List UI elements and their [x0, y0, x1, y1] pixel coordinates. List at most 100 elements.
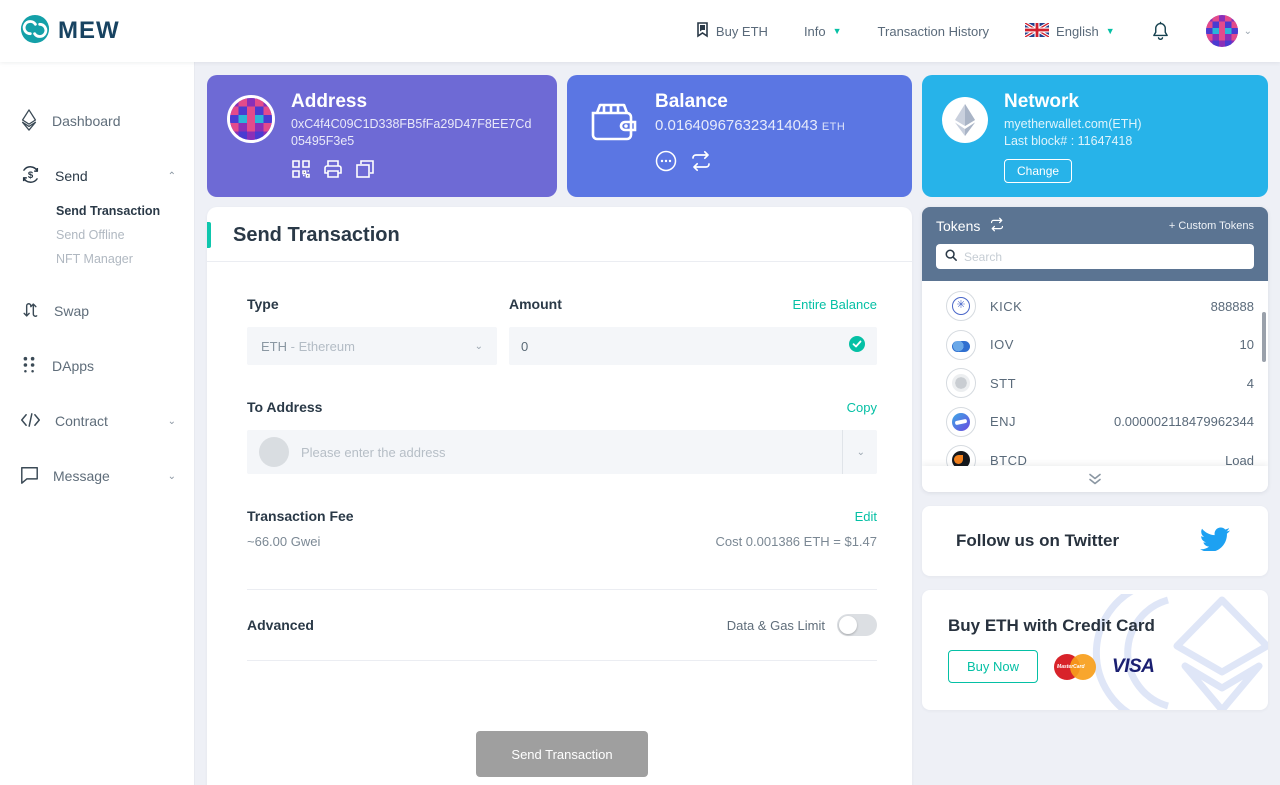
- token-row-stt[interactable]: STT 4: [946, 364, 1254, 403]
- nav-info[interactable]: Info ▼: [804, 24, 842, 39]
- mew-logo-icon: [20, 14, 50, 49]
- balance-unit: ETH: [821, 121, 846, 133]
- sidebar-item-message[interactable]: Message ⌄: [0, 461, 194, 491]
- token-list: ✳ KICK 888888 IOV 10 STT 4 ENJ 0.0000021…: [922, 281, 1268, 467]
- header-nav: Buy ETH Info ▼ Transaction History Engli…: [696, 15, 1252, 47]
- sidebar-item-send[interactable]: $ Send ⌃: [0, 161, 194, 191]
- expand-tokens-button[interactable]: [922, 466, 1268, 492]
- buy-eth-flag-icon: [696, 21, 709, 41]
- buy-eth-card: Buy ETH with Credit Card Buy Now MasterC…: [922, 590, 1268, 710]
- token-row-enj[interactable]: ENJ 0.000002118479962344: [946, 403, 1254, 442]
- copy-icon[interactable]: [355, 159, 375, 184]
- address-card-title: Address: [291, 91, 368, 112]
- avatar: [1205, 15, 1238, 47]
- more-options-icon[interactable]: [655, 150, 677, 177]
- wallet-address: 0xC4f4C09C1D338FB5fFa29D47F8EE7Cd05495F3…: [291, 117, 532, 148]
- swap-horizontal-icon[interactable]: [689, 150, 713, 177]
- mew-logo[interactable]: MEW: [20, 14, 120, 49]
- search-icon: [945, 248, 957, 266]
- token-row-btcd[interactable]: BTCD Load: [946, 441, 1254, 467]
- iov-token-icon: [946, 329, 976, 360]
- network-provider: myetherwallet.com(ETH): [1004, 117, 1142, 131]
- chevron-down-icon: ⌄: [167, 415, 176, 427]
- token-row-kick[interactable]: ✳ KICK 888888: [946, 287, 1254, 326]
- network-card: Network myetherwallet.com(ETH) Last bloc…: [922, 75, 1268, 197]
- data-gas-limit-label: Data & Gas Limit: [726, 617, 825, 633]
- svg-text:$: $: [28, 170, 34, 181]
- stt-token-icon: [946, 368, 976, 399]
- token-row-iov[interactable]: IOV 10: [946, 326, 1254, 365]
- sidebar-item-dashboard[interactable]: Dashboard: [0, 106, 194, 136]
- visa-logo: VISA: [1112, 655, 1155, 677]
- nav-language[interactable]: English ▼: [1024, 21, 1115, 40]
- network-last-block: Last block# : 11647418: [1004, 133, 1133, 148]
- tokens-panel: Tokens + Custom Tokens Search ✳ KICK 888…: [922, 207, 1268, 492]
- tokens-title: Tokens: [936, 218, 981, 234]
- code-brackets-icon: [20, 412, 41, 431]
- send-transaction-panel: Send Transaction Type ETH - Ethereum ⌄ A…: [207, 207, 912, 785]
- accent-bar: [207, 222, 211, 248]
- refresh-tokens-icon[interactable]: [988, 217, 1006, 235]
- balance-value: 0.016409676323414043: [655, 117, 818, 134]
- page-title: Send Transaction: [233, 223, 400, 246]
- sidebar-item-contract[interactable]: Contract ⌄: [0, 406, 194, 436]
- transaction-fee-label: Transaction Fee: [247, 508, 354, 524]
- twitter-bird-icon: [1200, 526, 1231, 556]
- address-blank-avatar: [259, 437, 289, 467]
- data-gas-limit-toggle[interactable]: [837, 614, 877, 636]
- amount-label: Amount: [509, 296, 562, 312]
- copy-link[interactable]: Copy: [847, 400, 877, 415]
- address-dropdown-toggle[interactable]: ⌄: [841, 430, 865, 474]
- sidebar-item-send-offline[interactable]: Send Offline: [56, 228, 194, 242]
- kick-token-icon: ✳: [946, 291, 976, 322]
- nav-transaction-history[interactable]: Transaction History: [878, 24, 990, 39]
- sidebar-item-send-transaction[interactable]: Send Transaction: [56, 204, 194, 218]
- notifications-bell-button[interactable]: [1151, 21, 1170, 42]
- sidebar-send-submenu: Send Transaction Send Offline NFT Manage…: [0, 204, 194, 278]
- buy-now-button[interactable]: Buy Now: [948, 650, 1039, 683]
- eth-diamond-icon: [20, 108, 38, 134]
- advanced-label: Advanced: [247, 617, 314, 633]
- uk-flag-icon: [1024, 21, 1050, 40]
- change-network-button[interactable]: Change: [1004, 158, 1073, 183]
- account-menu[interactable]: ⌄: [1205, 15, 1252, 47]
- sidebar-item-swap[interactable]: Swap: [0, 296, 194, 326]
- qr-code-icon[interactable]: [291, 159, 311, 184]
- chevron-down-icon: ▼: [1105, 26, 1115, 36]
- entire-balance-link[interactable]: Entire Balance: [792, 297, 877, 312]
- buy-eth-title: Buy ETH with Credit Card: [948, 616, 1155, 635]
- chevron-down-icon: ⌄: [474, 340, 483, 352]
- chevron-up-icon: ⌃: [167, 170, 176, 182]
- valid-check-icon: [849, 335, 865, 357]
- address-card: Address 0xC4f4C09C1D338FB5fFa29D47F8EE7C…: [207, 75, 557, 197]
- enj-token-icon: [946, 406, 976, 437]
- send-transaction-button[interactable]: Send Transaction: [476, 731, 648, 777]
- chevron-down-icon: ⌄: [167, 470, 176, 482]
- top-nav: MEW Buy ETH Info ▼ Transaction History E…: [0, 0, 1280, 62]
- address-identicon: [227, 95, 275, 143]
- twitter-card[interactable]: Follow us on Twitter: [922, 506, 1268, 576]
- twitter-label: Follow us on Twitter: [956, 531, 1120, 550]
- to-address-input[interactable]: [301, 444, 822, 460]
- swap-arrows-icon: [20, 300, 40, 323]
- type-label: Type: [247, 296, 279, 312]
- amount-input[interactable]: [521, 338, 849, 354]
- edit-fee-link[interactable]: Edit: [855, 509, 877, 524]
- ethereum-logo-icon: [942, 97, 988, 143]
- sidebar-item-dapps[interactable]: DApps: [0, 351, 194, 381]
- custom-tokens-link[interactable]: + Custom Tokens: [1169, 220, 1254, 232]
- print-icon[interactable]: [323, 159, 343, 184]
- chevron-down-icon: ⌄: [1243, 25, 1252, 37]
- token-search-input[interactable]: [964, 249, 1245, 264]
- scrollbar-thumb[interactable]: [1262, 312, 1266, 362]
- currency-type-select[interactable]: ETH - Ethereum ⌄: [247, 327, 497, 365]
- fee-gwei-value: ~66.00 Gwei: [247, 534, 321, 549]
- nav-buy-eth[interactable]: Buy ETH: [696, 21, 768, 41]
- btcd-token-icon: [946, 445, 976, 467]
- mastercard-logo: MasterCard: [1054, 653, 1097, 680]
- wallet-icon: [587, 97, 639, 181]
- sidebar: Dashboard $ Send ⌃ Send Transaction Send…: [0, 62, 195, 785]
- send-dollar-icon: $: [20, 164, 41, 188]
- dapps-grid-icon: [20, 355, 38, 378]
- sidebar-item-nft-manager[interactable]: NFT Manager: [56, 252, 194, 266]
